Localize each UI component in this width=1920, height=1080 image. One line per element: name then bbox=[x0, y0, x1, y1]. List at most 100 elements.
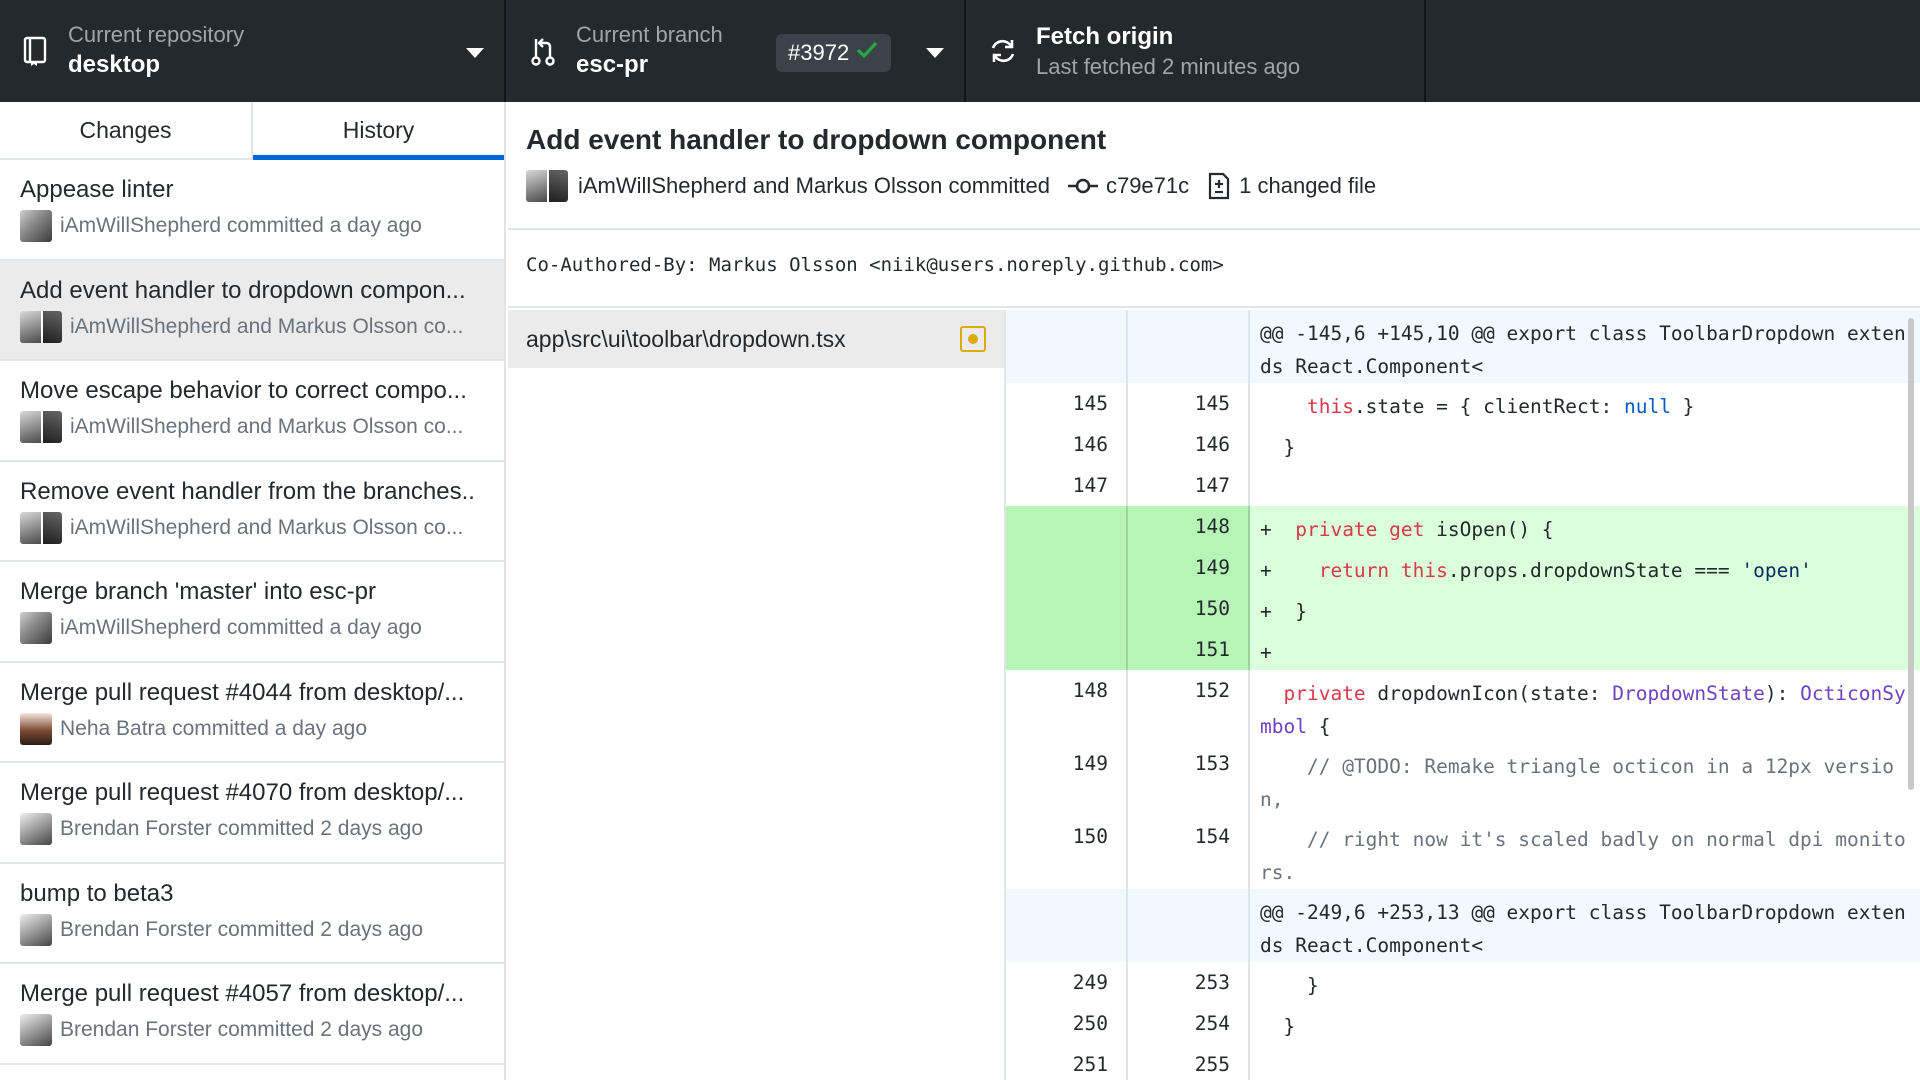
old-line-number bbox=[1006, 310, 1128, 383]
commit-list-item-selected[interactable]: Add event handler to dropdown compon... … bbox=[0, 260, 504, 361]
avatar bbox=[20, 712, 52, 745]
new-line-number bbox=[1128, 310, 1250, 383]
old-line-number: 250 bbox=[1006, 1003, 1128, 1044]
diff-line-text: + return this.props.dropdownState === 'o… bbox=[1260, 559, 1812, 582]
old-line-number bbox=[1006, 506, 1128, 547]
file-path: app\src\ui\toolbar\dropdown.tsx bbox=[526, 325, 846, 352]
new-line-number: 153 bbox=[1128, 743, 1250, 816]
file-diff-icon bbox=[1209, 172, 1230, 200]
fetch-title: Fetch origin bbox=[1036, 23, 1174, 50]
avatar bbox=[20, 612, 52, 644]
changed-file-list: app\src\ui\toolbar\dropdown.tsx bbox=[508, 310, 1006, 1080]
diff-line-context: 148 152 private dropdownIcon(state: Drop… bbox=[1006, 670, 1920, 743]
fetch-origin-button[interactable]: Fetch origin Last fetched 2 minutes ago bbox=[966, 0, 1426, 102]
commit-icon bbox=[1067, 178, 1098, 194]
repo-label: Current repository bbox=[68, 22, 245, 47]
diff-view[interactable]: @@ -145,6 +145,10 @@ export class Toolba… bbox=[1006, 310, 1920, 1080]
file-list-item[interactable]: app\src\ui\toolbar\dropdown.tsx bbox=[508, 310, 1004, 368]
diff-line-context: 250 254 } bbox=[1006, 1003, 1920, 1044]
tab-changes[interactable]: Changes bbox=[0, 102, 253, 158]
chevron-down-icon bbox=[466, 48, 484, 58]
commit-authors: iAmWillShepherd and Markus Olsson commit… bbox=[578, 173, 1050, 198]
avatar bbox=[20, 310, 62, 343]
diff-line-context: 145 145 this.state = { clientRect: null … bbox=[1006, 383, 1920, 424]
commit-title: Add event handler to dropdown component bbox=[526, 124, 1107, 155]
diff-line-context: 251 255 bbox=[1006, 1044, 1920, 1080]
commit-author: iAmWillShepherd and Markus Olsson co... bbox=[70, 415, 464, 438]
fetch-status: Last fetched 2 minutes ago bbox=[1036, 54, 1301, 79]
commit-author: iAmWillShepherd and Markus Olsson co... bbox=[70, 515, 464, 539]
commit-summary: Merge pull request #4044 from desktop/..… bbox=[20, 678, 465, 706]
chevron-down-icon bbox=[926, 48, 944, 58]
pull-request-badge[interactable]: #3972 bbox=[776, 34, 892, 72]
commit-author: iAmWillShepherd and Markus Olsson co... bbox=[70, 314, 464, 338]
commit-summary: Remove event handler from the branches.. bbox=[20, 477, 475, 505]
commit-list: Appease linter iAmWillShepherd committed… bbox=[0, 160, 504, 1065]
commit-list-item[interactable]: Merge pull request #4044 from desktop/..… bbox=[0, 663, 504, 763]
new-line-number bbox=[1128, 889, 1250, 962]
commit-summary: Merge pull request #4057 from desktop/..… bbox=[20, 980, 465, 1007]
diff-line-context: 149 153 // @TODO: Remake triangle octico… bbox=[1006, 743, 1920, 816]
commit-author: Neha Batra committed a day ago bbox=[60, 716, 368, 740]
commit-list-item[interactable]: Remove event handler from the branches..… bbox=[0, 462, 504, 562]
old-line-number: 149 bbox=[1006, 743, 1128, 816]
diff-scrollbar[interactable] bbox=[1908, 318, 1914, 790]
check-icon bbox=[855, 39, 879, 67]
commit-list-item[interactable]: Move escape behavior to correct compo...… bbox=[0, 361, 504, 462]
commit-author: iAmWillShepherd committed a day ago bbox=[60, 214, 422, 237]
branch-label: Current branch bbox=[576, 22, 723, 47]
tab-history[interactable]: History bbox=[253, 102, 504, 160]
repo-icon bbox=[20, 34, 50, 68]
old-line-number: 148 bbox=[1006, 670, 1128, 743]
diff-line-text: this.state = { clientRect: null } bbox=[1306, 395, 1695, 418]
diff-line-context: 146 146 } bbox=[1006, 424, 1920, 465]
old-line-number: 249 bbox=[1006, 962, 1128, 1003]
diff-line-context: 147 147 bbox=[1006, 465, 1920, 506]
old-line-number: 146 bbox=[1006, 424, 1128, 465]
commit-sha[interactable]: c79e71c bbox=[1106, 173, 1189, 199]
new-line-number: 149 bbox=[1128, 547, 1250, 588]
diff-line-text: } bbox=[1260, 1015, 1296, 1038]
file-modified-icon bbox=[960, 326, 986, 352]
new-line-number: 147 bbox=[1128, 465, 1250, 506]
diff-line-text bbox=[1250, 465, 1920, 506]
new-line-number: 146 bbox=[1128, 424, 1250, 465]
diff-line-added: 150 + } bbox=[1006, 588, 1920, 629]
commit-list-item[interactable]: Merge pull request #4070 from desktop/..… bbox=[0, 763, 504, 864]
sync-icon bbox=[988, 34, 1018, 68]
diff-line-text: + bbox=[1260, 641, 1272, 664]
avatar bbox=[20, 411, 62, 443]
new-line-number: 145 bbox=[1128, 383, 1250, 424]
commit-list-item[interactable]: Merge pull request #4057 from desktop/..… bbox=[0, 964, 504, 1065]
new-line-number: 148 bbox=[1128, 506, 1250, 547]
avatar bbox=[20, 210, 52, 242]
new-line-number: 152 bbox=[1128, 670, 1250, 743]
commit-author: Brendan Forster committed 2 days ago bbox=[60, 1018, 424, 1041]
diff-line-added: 149 + return this.props.dropdownState ==… bbox=[1006, 547, 1920, 588]
branch-name: esc-pr bbox=[576, 51, 649, 78]
old-line-number: 150 bbox=[1006, 816, 1128, 889]
commit-list-item[interactable]: Merge branch 'master' into esc-pr iAmWil… bbox=[0, 562, 504, 663]
history-sidebar: Changes History Appease linter iAmWillSh… bbox=[0, 102, 506, 1080]
commit-author: Brendan Forster committed 2 days ago bbox=[60, 917, 424, 941]
diff-line-added: 148 + private get isOpen() { bbox=[1006, 506, 1920, 547]
old-line-number bbox=[1006, 629, 1128, 670]
commit-summary: Merge branch 'master' into esc-pr bbox=[20, 578, 376, 605]
diff-line-text: } bbox=[1260, 436, 1296, 459]
new-line-number: 150 bbox=[1128, 588, 1250, 629]
avatar bbox=[20, 1014, 52, 1046]
commit-description: Co-Authored-By: Markus Olsson <niik@user… bbox=[508, 230, 1920, 308]
diff-line-text: @@ -145,6 +145,10 @@ export class Toolba… bbox=[1260, 322, 1906, 378]
diff-hunk-header: @@ -249,6 +253,13 @@ export class Toolba… bbox=[1006, 889, 1920, 962]
repository-selector[interactable]: Current repository desktop bbox=[0, 0, 506, 102]
diff-line-text: private dropdownIcon(state: DropdownStat… bbox=[1260, 682, 1906, 738]
diff-line-text: } bbox=[1260, 974, 1319, 997]
commit-summary: bump to beta3 bbox=[20, 879, 174, 907]
diff-line-text bbox=[1250, 1044, 1920, 1080]
commit-detail-pane: Add event handler to dropdown component … bbox=[508, 102, 1920, 1080]
new-line-number: 154 bbox=[1128, 816, 1250, 889]
branch-selector[interactable]: Current branch esc-pr #3972 bbox=[506, 0, 966, 102]
commit-list-item[interactable]: Appease linter iAmWillShepherd committed… bbox=[0, 160, 504, 261]
avatar bbox=[20, 511, 62, 544]
commit-list-item[interactable]: bump to beta3 Brendan Forster committed … bbox=[0, 864, 504, 964]
